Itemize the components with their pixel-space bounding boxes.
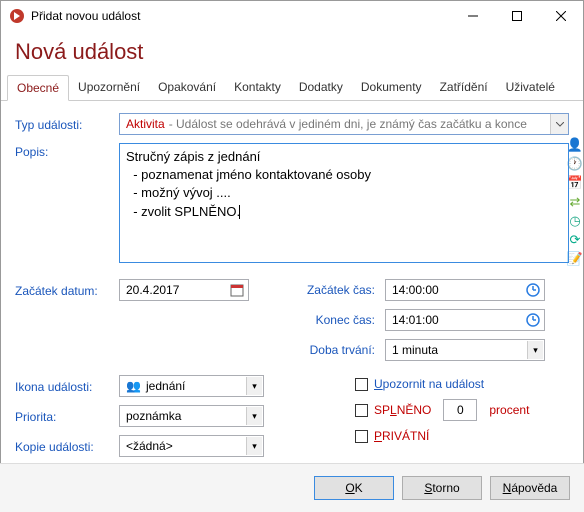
chevron-down-icon[interactable]: ▾ [527, 341, 543, 359]
start-time-input[interactable]: 14:00:00 [385, 279, 545, 301]
label-priority: Priorita: [15, 408, 119, 424]
chevron-down-icon[interactable] [550, 114, 568, 134]
tab-categorization[interactable]: Zatřídění [431, 75, 497, 100]
tab-documents[interactable]: Dokumenty [352, 75, 431, 100]
tab-contacts[interactable]: Kontakty [225, 75, 290, 100]
description-textarea[interactable]: Stručný zápis z jednání - poznamenat jmé… [119, 143, 569, 263]
chevron-down-icon[interactable]: ▾ [246, 437, 262, 455]
percent-input[interactable]: 0 [443, 399, 477, 421]
page-title: Nová událost [1, 31, 583, 75]
label-copy: Kopie události: [15, 438, 119, 454]
notify-label[interactable]: Upozornit na událost [374, 377, 484, 391]
calendar-icon[interactable] [228, 281, 246, 299]
private-label[interactable]: PRIVÁTNÍ [374, 429, 429, 443]
label-end-time: Konec čas: [295, 313, 385, 327]
end-time-input[interactable]: 14:01:00 [385, 309, 545, 331]
cancel-button[interactable]: Storno [402, 476, 482, 500]
label-icon: Ikona události: [15, 378, 119, 394]
minimize-button[interactable] [451, 1, 495, 31]
ok-button[interactable]: OK [314, 476, 394, 500]
tab-additions[interactable]: Dodatky [290, 75, 352, 100]
chevron-down-icon[interactable]: ▾ [246, 407, 262, 425]
notify-checkbox[interactable] [355, 378, 368, 391]
event-type-value: Aktivita [126, 117, 165, 131]
start-date-input[interactable]: 20.4.2017 [119, 279, 249, 301]
event-icon-combo[interactable]: 👥 jednání ▾ [119, 375, 264, 397]
event-type-combo[interactable]: Aktivita - Událost se odehrává v jediném… [119, 113, 569, 135]
priority-combo[interactable]: poznámka ▾ [119, 405, 264, 427]
done-checkbox[interactable] [355, 404, 368, 417]
label-desc: Popis: [15, 143, 119, 159]
event-type-hint: - Událost se odehrává v jediném dni, je … [169, 117, 527, 131]
maximize-button[interactable] [495, 1, 539, 31]
clock-icon[interactable] [524, 281, 542, 299]
tab-notifications[interactable]: Upozornění [69, 75, 149, 100]
done-label[interactable]: SPLNĚNO [374, 403, 431, 417]
private-checkbox[interactable] [355, 430, 368, 443]
label-type: Typ události: [15, 116, 119, 132]
clock-icon[interactable] [524, 311, 542, 329]
copy-combo[interactable]: <žádná> ▾ [119, 435, 264, 457]
percent-label: procent [489, 403, 529, 417]
text-caret [239, 205, 240, 219]
window-title: Přidat novou událost [31, 9, 451, 23]
app-icon [9, 8, 25, 24]
tab-bar: Obecné Upozornění Opakování Kontakty Dod… [1, 75, 583, 101]
tab-general[interactable]: Obecné [7, 75, 69, 101]
duration-select[interactable]: 1 minuta ▾ [385, 339, 545, 361]
tab-users[interactable]: Uživatelé [497, 75, 564, 100]
label-start-date: Začátek datum: [15, 282, 119, 298]
help-button[interactable]: Nápověda [490, 476, 570, 500]
tab-repetition[interactable]: Opakování [149, 75, 225, 100]
label-duration: Doba trvání: [295, 343, 385, 357]
close-button[interactable] [539, 1, 583, 31]
chevron-down-icon[interactable]: ▾ [246, 377, 262, 395]
label-start-time: Začátek čas: [295, 283, 385, 297]
people-icon: 👥 [126, 379, 140, 393]
